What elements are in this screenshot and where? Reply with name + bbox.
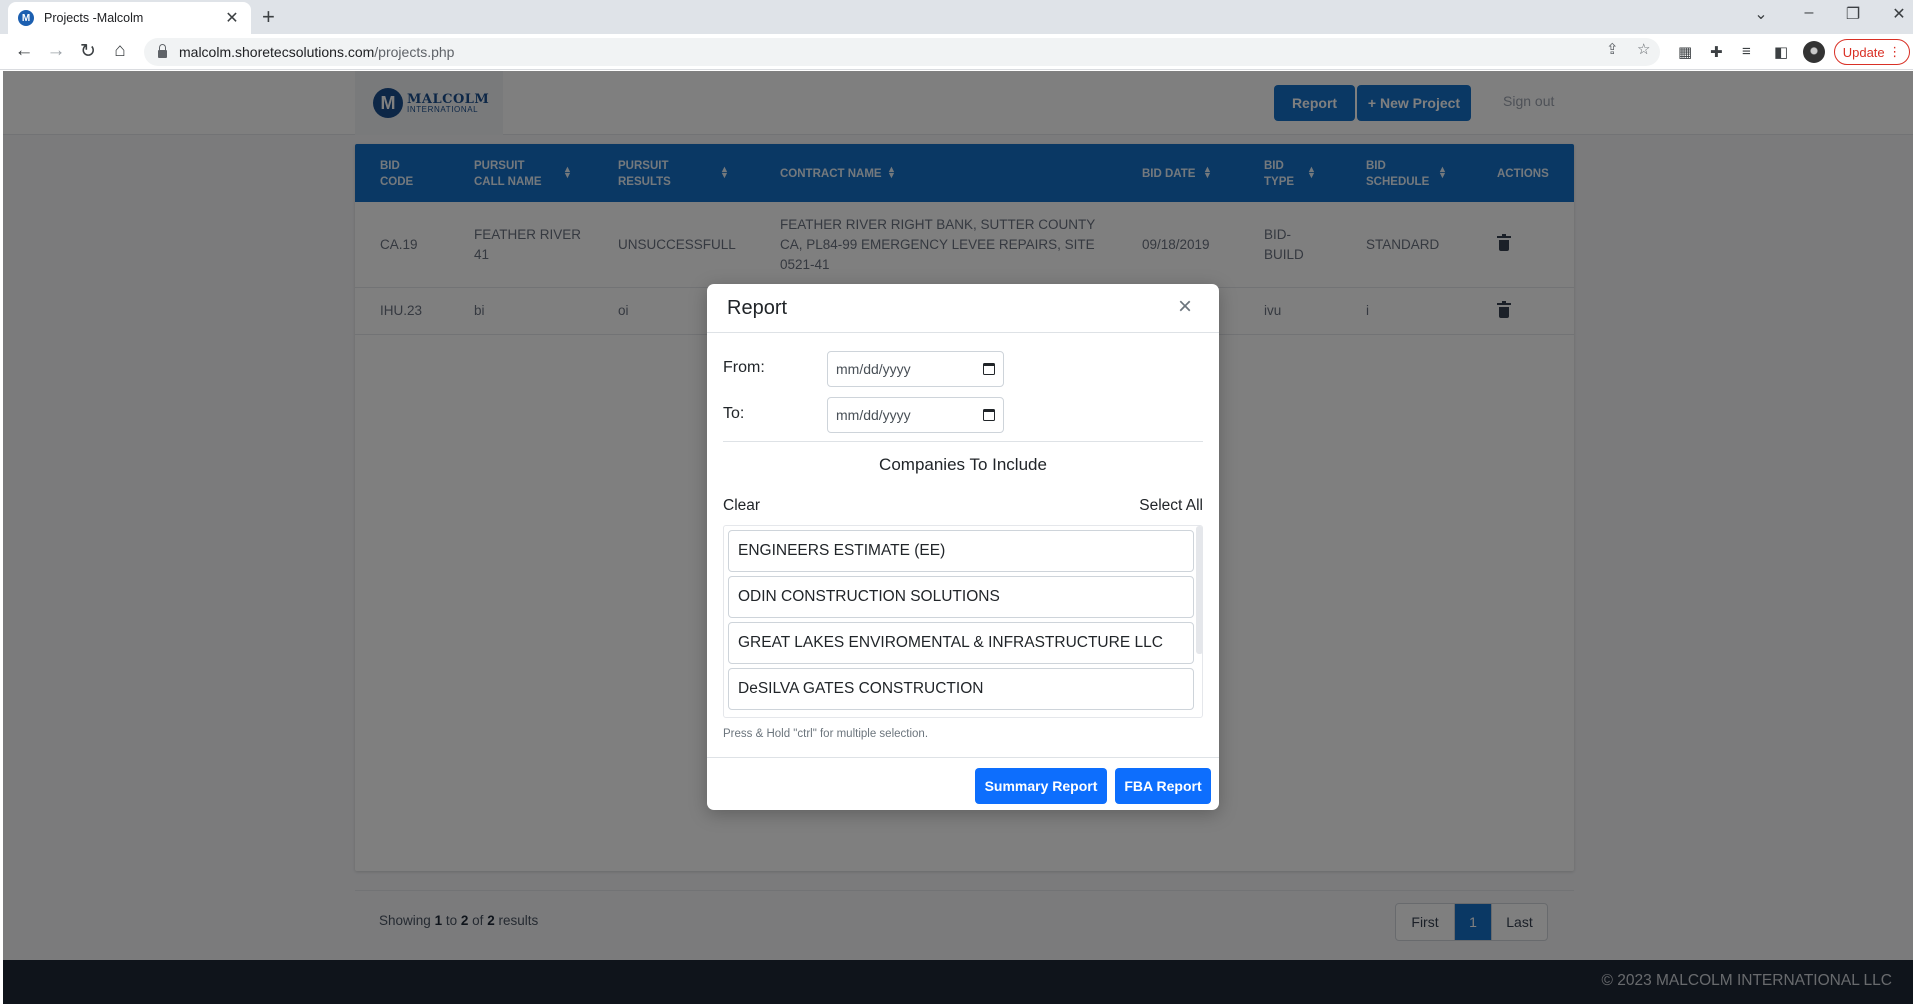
extension-icon[interactable]: ▦ (1678, 43, 1692, 61)
summary-report-button[interactable]: Summary Report (975, 768, 1107, 804)
clear-link[interactable]: Clear (723, 497, 760, 515)
url-host: malcolm.shoretecsolutions.com (179, 44, 375, 60)
to-label: To: (723, 405, 745, 422)
browser-tab-bar: M Projects -Malcolm ✕ + ⌄ – ❐ ✕ (0, 0, 1913, 34)
browser-tab[interactable]: M Projects -Malcolm ✕ (8, 2, 251, 34)
list-scrollbar[interactable] (1196, 526, 1202, 654)
back-icon[interactable]: ← (12, 40, 36, 62)
bookmark-star-icon[interactable]: ☆ (1637, 40, 1650, 58)
browser-toolbar: ← → ↻ ⌂ malcolm.shoretecsolutions.com/pr… (0, 34, 1913, 70)
modal-close-icon[interactable]: × (1172, 294, 1198, 320)
to-date-input[interactable]: mm/dd/yyyy (827, 397, 1004, 433)
fba-report-button[interactable]: FBA Report (1115, 768, 1211, 804)
tab-search-icon[interactable]: ⌄ (1749, 4, 1773, 24)
calendar-icon[interactable] (983, 409, 995, 421)
modal-header: Report × (707, 284, 1219, 333)
site-favicon-icon: M (18, 10, 34, 26)
home-icon[interactable]: ⌂ (108, 40, 132, 62)
forward-icon[interactable]: → (44, 40, 68, 62)
media-queue-icon[interactable]: ≡ (1742, 43, 1751, 60)
divider (723, 441, 1203, 442)
window-close-icon[interactable]: ✕ (1887, 4, 1911, 24)
list-item[interactable]: GREAT LAKES ENVIROMENTAL & INFRASTRUCTUR… (728, 622, 1194, 664)
side-panel-icon[interactable]: ◧ (1774, 43, 1788, 61)
profile-avatar[interactable] (1803, 41, 1825, 63)
from-date-input[interactable]: mm/dd/yyyy (827, 351, 1004, 387)
select-all-link[interactable]: Select All (1139, 497, 1203, 515)
modal-title: Report (727, 297, 788, 319)
from-label: From: (723, 359, 765, 376)
help-text: Press & Hold "ctrl" for multiple selecti… (723, 728, 929, 740)
tab-close-icon[interactable]: ✕ (223, 8, 241, 28)
calendar-icon[interactable] (983, 363, 995, 375)
puzzle-icon[interactable]: ✚ (1710, 43, 1723, 61)
tab-title: Projects -Malcolm (44, 11, 144, 25)
list-item[interactable]: ENGINEERS ESTIMATE (EE) (728, 530, 1194, 572)
share-icon[interactable]: ⇪ (1606, 40, 1619, 58)
url-path: /projects.php (374, 44, 455, 60)
companies-heading: Companies To Include (879, 455, 1047, 474)
new-tab-button[interactable]: + (262, 4, 275, 30)
restore-icon[interactable]: ❐ (1841, 4, 1865, 24)
minimize-icon[interactable]: – (1797, 4, 1821, 22)
companies-select-list[interactable]: ENGINEERS ESTIMATE (EE) ODIN CONSTRUCTIO… (723, 525, 1203, 718)
list-item[interactable]: DeSILVA GATES CONSTRUCTION (728, 668, 1194, 710)
modal-footer-divider (707, 757, 1219, 758)
update-button[interactable]: Update ⋮ (1834, 39, 1910, 65)
report-modal: Report × From: mm/dd/yyyy To: mm/dd/yyyy… (707, 284, 1219, 810)
lock-icon (158, 43, 167, 58)
reload-icon[interactable]: ↻ (76, 40, 100, 63)
list-item[interactable]: ODIN CONSTRUCTION SOLUTIONS (728, 576, 1194, 618)
address-bar[interactable]: malcolm.shoretecsolutions.com/projects.p… (144, 38, 1660, 66)
